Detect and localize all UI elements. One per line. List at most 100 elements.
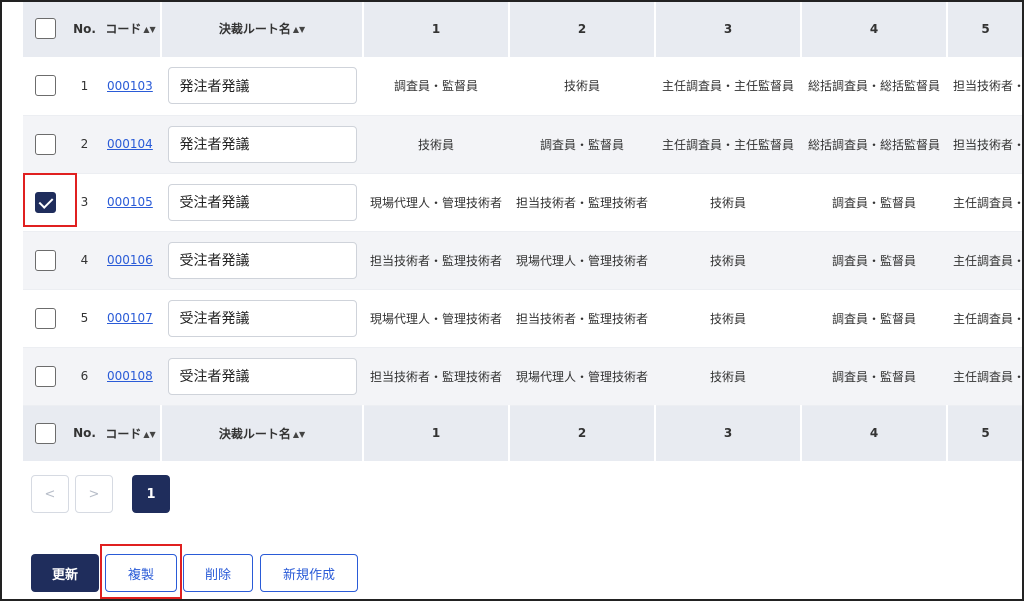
table-footer-header: No. コード ▲▼ 決裁ルート名 ▲▼ 1 2 3 4 5 [23,405,1024,461]
row-no: 1 [68,57,101,116]
row-checkbox[interactable] [35,75,56,97]
row-no: 2 [68,115,101,174]
row-step-4: 総括調査員・総括監督員 [801,57,947,116]
header-step-5: 5 [947,405,1024,461]
row-checkbox-cell[interactable] [23,347,68,406]
row-step-2: 担当技術者・監理技術者 [509,173,655,232]
row-name-cell [161,57,363,116]
header-no: No. [68,0,101,57]
highlight-box-copy [100,544,182,599]
table-row: 5 000107 現場代理人・管理技術者担当技術者・監理技術者技術員調査員・監督員主… [23,289,1024,348]
table-row: 2 000104 技術員調査員・監督員主任調査員・主任監督員総括調査員・総括監督員担… [23,115,1024,174]
row-step-2: 技術員 [509,57,655,116]
select-all-cell[interactable] [23,0,68,57]
row-checkbox[interactable] [35,133,56,155]
row-code-cell: 000107 [101,289,161,348]
row-step-3: 技術員 [655,231,801,290]
row-step-3: 主任調査員・主任監督員 [655,57,801,116]
row-step-5: 主任調査員・ [947,347,1024,406]
highlight-box-checkbox [23,173,77,227]
sort-icon[interactable]: ▲▼ [293,430,305,439]
sort-icon[interactable]: ▲▼ [143,430,155,439]
header-step-1: 1 [363,0,510,57]
row-code-cell: 000108 [101,347,161,406]
row-step-3: 技術員 [655,289,801,348]
select-all-checkbox[interactable] [35,18,56,39]
header-name[interactable]: 決裁ルート名 ▲▼ [161,405,364,461]
create-button[interactable]: 新規作成 [260,554,358,592]
pagination-next-button[interactable]: > [75,475,113,513]
row-checkbox-cell[interactable] [23,231,68,290]
row-step-3: 技術員 [655,347,801,406]
sort-icon[interactable]: ▲▼ [293,25,305,34]
row-step-5: 担当技術者・ [947,57,1024,116]
pagination-current-page[interactable]: 1 [132,475,170,513]
header-code-label: コード [105,22,142,36]
table-row: 4 000106 担当技術者・監理技術者現場代理人・管理技術者技術員調査員・監督員主… [23,231,1024,290]
header-step-1: 1 [363,405,510,461]
header-step-3: 3 [655,405,802,461]
route-name-input[interactable] [167,67,357,105]
row-checkbox-cell[interactable] [23,115,68,174]
row-no: 6 [68,347,101,406]
route-name-input[interactable] [167,125,357,163]
row-step-4: 調査員・監督員 [801,173,947,232]
header-code-label: コード [105,426,142,441]
header-no: No. [68,405,101,461]
row-step-1: 担当技術者・監理技術者 [363,347,509,406]
row-code-cell: 000106 [101,231,161,290]
header-code[interactable]: コード ▲▼ [101,405,162,461]
row-code-link[interactable]: 000106 [107,253,153,267]
row-step-1: 現場代理人・管理技術者 [363,173,509,232]
table-row: 3000105現場代理人・管理技術者担当技術者・監理技術者技術員調査員・監督員主… [23,173,1024,232]
header-step-2: 2 [509,405,656,461]
row-step-3: 技術員 [655,173,801,232]
row-step-2: 担当技術者・監理技術者 [509,289,655,348]
header-name-label: 決裁ルート名 [218,426,291,441]
route-name-input[interactable] [167,241,357,279]
row-no: 5 [68,289,101,348]
header-step-4: 4 [801,405,948,461]
row-step-1: 担当技術者・監理技術者 [363,231,509,290]
row-code-link[interactable]: 000108 [107,369,153,383]
header-step-5: 5 [947,0,1024,57]
row-checkbox[interactable] [35,249,56,271]
row-name-cell [161,347,363,406]
row-code-link[interactable]: 000104 [107,137,153,151]
route-name-input[interactable] [167,357,357,395]
header-name[interactable]: 決裁ルート名 ▲▼ [161,0,364,57]
route-name-input[interactable] [167,299,357,337]
pagination-prev-button[interactable]: < [31,475,69,513]
row-step-5: 担当技術者・ [947,115,1024,174]
row-step-5: 主任調査員・ [947,231,1024,290]
row-checkbox-cell[interactable] [23,57,68,116]
route-name-input[interactable] [167,183,357,221]
update-button[interactable]: 更新 [31,554,99,592]
header-step-2: 2 [509,0,656,57]
select-all-cell[interactable] [23,405,68,461]
table-header: No. コード ▲▼ 決裁ルート名 ▲▼ 1 2 3 4 5 [23,0,1024,57]
row-checkbox-cell[interactable] [23,289,68,348]
sort-icon[interactable]: ▲▼ [143,25,155,34]
row-checkbox[interactable] [35,365,56,387]
row-code-cell: 000105 [101,173,161,232]
row-step-2: 調査員・監督員 [509,115,655,174]
header-code[interactable]: コード ▲▼ [101,0,162,57]
row-step-3: 主任調査員・主任監督員 [655,115,801,174]
row-step-2: 現場代理人・管理技術者 [509,347,655,406]
route-table: No. コード▲▼ 決裁ルート名▲▼ 1 2 3 4 5 1000103調査員・… [23,0,1024,461]
row-step-4: 調査員・監督員 [801,231,947,290]
row-step-1: 現場代理人・管理技術者 [363,289,509,348]
row-code-link[interactable]: 000107 [107,311,153,325]
row-code-link[interactable]: 000103 [107,79,153,93]
row-name-cell [161,289,363,348]
select-all-checkbox[interactable] [35,422,56,444]
delete-button[interactable]: 削除 [183,554,253,592]
row-code-link[interactable]: 000105 [107,195,153,209]
row-name-cell [161,115,363,174]
row-step-4: 調査員・監督員 [801,347,947,406]
table-row: 6 000108 担当技術者・監理技術者現場代理人・管理技術者技術員調査員・監督員主… [23,347,1024,406]
row-checkbox[interactable] [35,307,56,329]
row-code-cell: 000103 [101,57,161,116]
table-row: 1 000103 調査員・監督員技術員主任調査員・主任監督員総括調査員・総括監督員担… [23,57,1024,116]
